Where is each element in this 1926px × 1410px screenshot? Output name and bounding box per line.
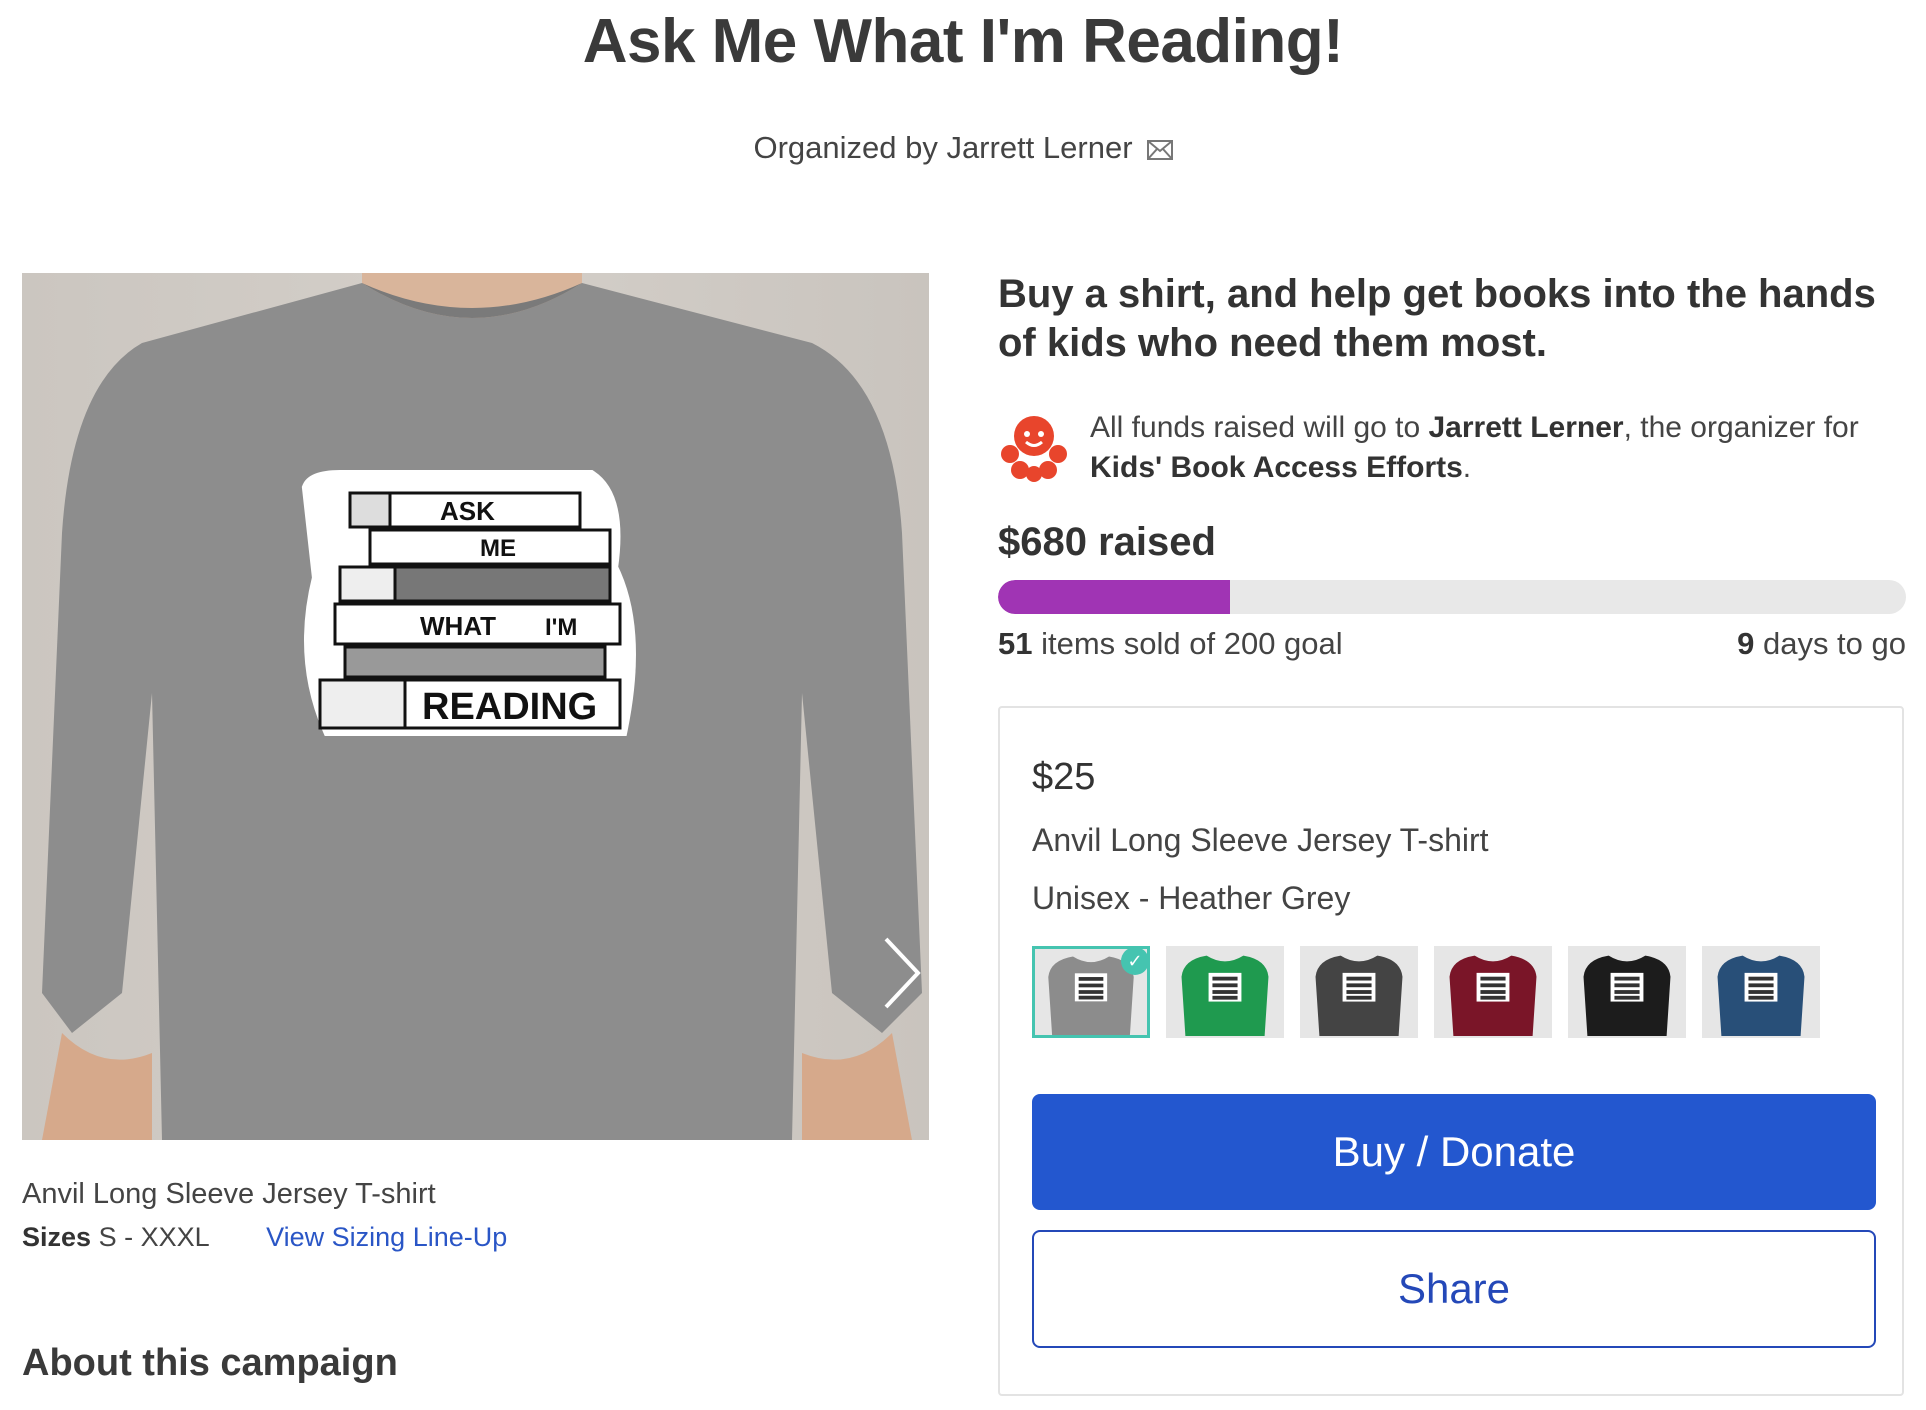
- progress-fill: [998, 580, 1230, 614]
- color-swatch[interactable]: ✓: [1032, 946, 1150, 1038]
- funds-recipient: Jarrett Lerner: [1428, 411, 1624, 444]
- days-to-go: 9 days to go: [1737, 626, 1906, 661]
- product-name: Anvil Long Sleeve Jersey T-shirt: [22, 1178, 436, 1210]
- design-line-3: WHAT: [420, 611, 496, 641]
- funds-cause: Kids' Book Access Efforts: [1090, 451, 1463, 484]
- view-sizing-link[interactable]: View Sizing Line-Up: [266, 1222, 507, 1252]
- raised-amount: $680 raised: [998, 520, 1216, 564]
- organizer-text: Organized by Jarrett Lerner: [753, 130, 1133, 165]
- page-title: Ask Me What I'm Reading!: [582, 7, 1344, 76]
- funds-notice: All funds raised will go to Jarrett Lern…: [998, 408, 1908, 498]
- chevron-right-icon[interactable]: [880, 933, 924, 1018]
- sizes-row: Sizes S - XXXL View Sizing Line-Up: [22, 1222, 507, 1253]
- color-swatch[interactable]: [1702, 946, 1820, 1038]
- design-line-5: READING: [422, 686, 597, 728]
- product-image[interactable]: ASK ME WHAT I'M READING: [22, 273, 929, 1140]
- color-swatch[interactable]: [1166, 946, 1284, 1038]
- check-icon: ✓: [1121, 947, 1149, 975]
- share-button[interactable]: Share: [1032, 1230, 1876, 1348]
- card-product-name: Anvil Long Sleeve Jersey T-shirt: [1032, 822, 1489, 858]
- design-line-4: I'M: [545, 614, 577, 641]
- mail-icon[interactable]: [1146, 132, 1173, 168]
- organizer-line: Organized by Jarrett Lerner: [0, 130, 1926, 168]
- progress-bar: [998, 580, 1906, 614]
- sizes-label: Sizes: [22, 1222, 92, 1252]
- design-line-1: ASK: [440, 496, 495, 526]
- color-swatches: ✓: [1032, 946, 1820, 1038]
- shirt-design: ASK ME WHAT I'M READING: [301, 470, 636, 736]
- funds-text: All funds raised will go to Jarrett Lern…: [1090, 411, 1859, 484]
- purchase-card: $25 Anvil Long Sleeve Jersey T-shirt Uni…: [998, 706, 1904, 1396]
- buy-donate-button[interactable]: Buy / Donate: [1032, 1094, 1876, 1210]
- campaign-headline: Buy a shirt, and help get books into the…: [998, 272, 1876, 365]
- items-sold: 51 items sold of 200 goal: [998, 626, 1343, 661]
- color-swatch[interactable]: [1300, 946, 1418, 1038]
- design-line-2: ME: [480, 535, 516, 562]
- about-heading: About this campaign: [22, 1342, 398, 1384]
- price: $25: [1032, 756, 1096, 798]
- color-swatch[interactable]: [1568, 946, 1686, 1038]
- color-swatch[interactable]: [1434, 946, 1552, 1038]
- shirt-photo: ASK ME WHAT I'M READING: [42, 273, 922, 1140]
- sizes-value: S - XXXL: [98, 1222, 209, 1252]
- variant-label: Unisex - Heather Grey: [1032, 880, 1351, 916]
- gofundme-octopus-icon: [998, 410, 1070, 487]
